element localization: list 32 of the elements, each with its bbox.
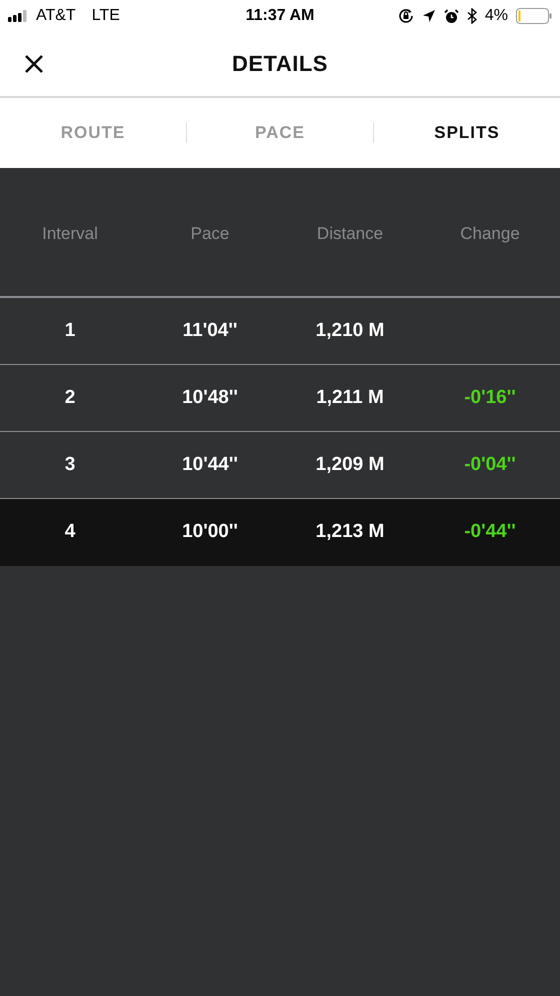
- table-cell-text: 3: [64, 454, 76, 476]
- table-cell-text: -0'44'': [463, 521, 517, 543]
- close-icon: [24, 54, 44, 74]
- table-cell-text: 10'00'': [181, 521, 239, 543]
- table-cell-text: 1: [64, 320, 76, 342]
- table-cell-text: 4: [64, 521, 76, 543]
- table-cell-text: 1,209 M: [314, 454, 386, 476]
- table-cell-text: 2: [64, 387, 76, 409]
- table-cell-text: 1,211 M: [315, 387, 385, 409]
- clock-time: 11:37 AM: [244, 7, 316, 25]
- network-type: LTE: [92, 7, 120, 25]
- column-header: Interval: [41, 224, 99, 244]
- split-row[interactable]: 4 10'00'' 1,213 M -0'44'': [0, 499, 560, 566]
- bluetooth-icon: [466, 8, 477, 24]
- column-header: Change: [459, 224, 521, 244]
- table-cell-text: -0'04'': [463, 454, 517, 476]
- table-cell-text: -0'16'': [463, 387, 517, 409]
- table-cell-text: 1,213 M: [314, 521, 386, 543]
- table-cell-text: 10'48'': [181, 387, 239, 409]
- battery-icon: [516, 8, 552, 24]
- rotation-lock-icon: [398, 8, 414, 24]
- carrier-name: AT&T: [36, 7, 76, 25]
- page-title: DETAILS: [231, 51, 329, 77]
- column-header: Pace: [190, 224, 230, 244]
- table-cell-text: 10'44'': [181, 454, 239, 476]
- tab[interactable]: SPLITS: [374, 122, 560, 144]
- alarm-clock-icon: [444, 8, 459, 24]
- location-arrow-icon: [422, 9, 436, 23]
- battery-percent: 4%: [484, 7, 508, 25]
- column-header: Distance: [316, 224, 384, 244]
- table-cell-text: 11'04'': [182, 320, 238, 342]
- table-cell-text: 1,210 M: [314, 320, 386, 342]
